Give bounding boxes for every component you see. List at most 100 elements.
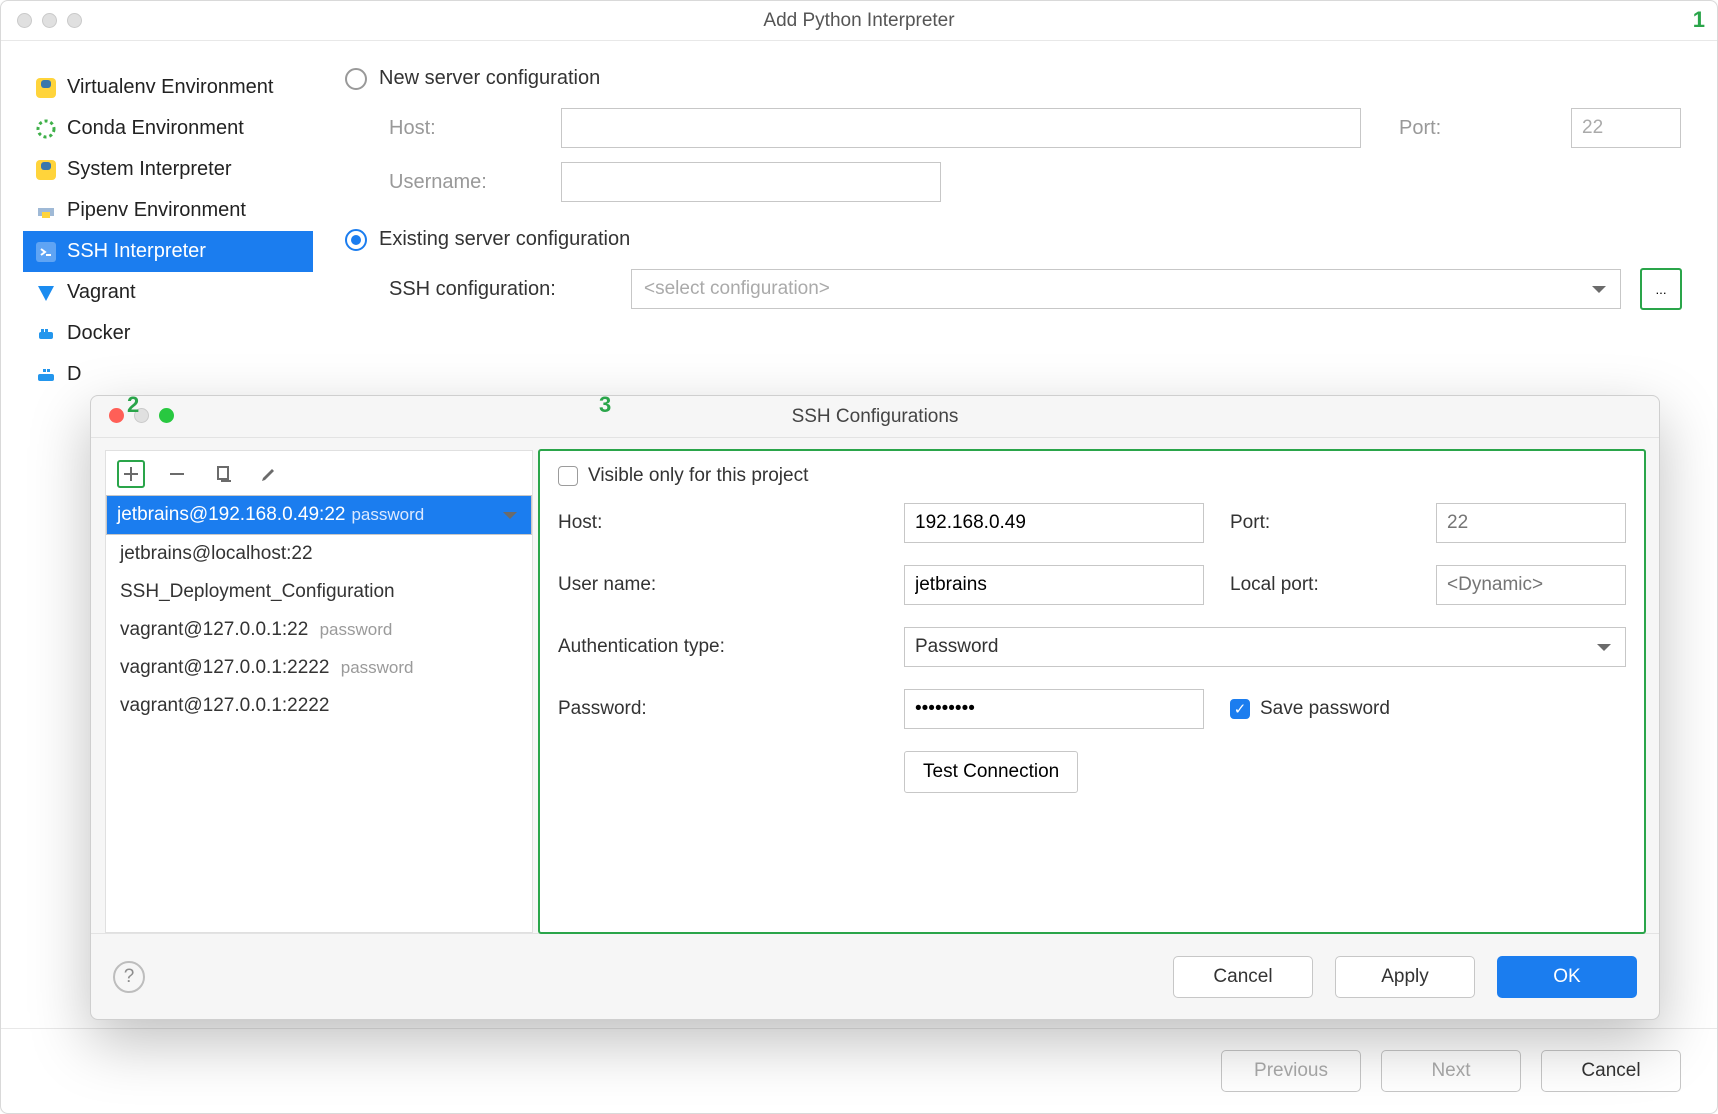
config-item-label: jetbrains@localhost:22 xyxy=(120,543,313,564)
zoom-icon[interactable] xyxy=(159,408,174,423)
username-label: Username: xyxy=(389,171,549,194)
host-row: Host: Port: xyxy=(389,108,1681,148)
auth-type-value: Password xyxy=(915,636,998,658)
minimize-icon[interactable] xyxy=(42,13,57,28)
callout-3: 3 xyxy=(599,392,611,418)
ssh-icon xyxy=(35,241,57,263)
sidebar-item-label: System Interpreter xyxy=(67,158,232,181)
host-label: Host: xyxy=(558,512,878,534)
dropdown-placeholder: <select configuration> xyxy=(644,278,830,300)
ssh-config-label: SSH configuration: xyxy=(389,278,619,301)
sidebar-item-label: D xyxy=(67,363,81,386)
username-input xyxy=(561,162,941,202)
config-item-label: vagrant@127.0.0.1:22 xyxy=(120,619,308,640)
pipenv-icon xyxy=(35,200,57,222)
docker-compose-icon xyxy=(35,364,57,386)
sidebar-item-virtualenv[interactable]: Virtualenv Environment xyxy=(23,67,313,108)
conda-icon xyxy=(35,118,57,140)
minus-icon xyxy=(167,464,187,484)
user-input[interactable] xyxy=(904,565,1204,605)
password-input[interactable] xyxy=(904,689,1204,729)
config-item-hint: password xyxy=(351,505,424,525)
python-icon xyxy=(35,77,57,99)
close-icon[interactable] xyxy=(17,13,32,28)
python-icon xyxy=(35,159,57,181)
sidebar-item-docker-compose[interactable]: D xyxy=(23,354,313,395)
radio-label: New server configuration xyxy=(379,67,600,90)
auth-label: Authentication type: xyxy=(558,636,878,658)
config-list-item[interactable]: vagrant@127.0.0.1:22 password xyxy=(106,611,532,649)
cancel-button[interactable]: Cancel xyxy=(1173,956,1313,998)
save-password-row[interactable]: Save password xyxy=(1230,698,1626,720)
close-icon[interactable] xyxy=(109,408,124,423)
host-input xyxy=(561,108,1361,148)
overlay-title: SSH Configurations xyxy=(91,406,1659,428)
remove-button[interactable] xyxy=(164,461,190,487)
radio-icon xyxy=(345,68,367,90)
callout-1: 1 xyxy=(1693,7,1705,33)
config-list-item[interactable]: vagrant@127.0.0.1:2222 xyxy=(106,687,532,725)
sidebar-item-conda[interactable]: Conda Environment xyxy=(23,108,313,149)
zoom-icon[interactable] xyxy=(67,13,82,28)
ssh-config-dropdown[interactable]: <select configuration> xyxy=(631,269,1621,309)
port-label: Port: xyxy=(1399,117,1559,140)
local-port-label: Local port: xyxy=(1230,574,1410,596)
config-list-toolbar xyxy=(106,451,532,495)
config-item-label: vagrant@127.0.0.1:2222 xyxy=(120,695,329,716)
sidebar-item-ssh[interactable]: SSH Interpreter xyxy=(23,231,313,272)
next-button[interactable]: Next xyxy=(1381,1050,1521,1092)
plus-icon xyxy=(121,464,141,484)
new-server-radio-row[interactable]: New server configuration xyxy=(345,67,1681,90)
config-item-label: SSH_Deployment_Configuration xyxy=(120,581,395,602)
sidebar-item-label: Conda Environment xyxy=(67,117,244,140)
help-button[interactable]: ? xyxy=(113,961,145,993)
ssh-configurations-dialog: SSH Configurations 2 3 xyxy=(90,395,1660,1020)
vagrant-icon xyxy=(35,282,57,304)
auth-type-dropdown[interactable]: Password xyxy=(904,627,1626,667)
sidebar-item-label: Pipenv Environment xyxy=(67,199,246,222)
config-item-hint: password xyxy=(320,620,393,639)
sidebar-item-system[interactable]: System Interpreter xyxy=(23,149,313,190)
test-connection-button[interactable]: Test Connection xyxy=(904,751,1078,793)
sidebar-item-vagrant[interactable]: Vagrant xyxy=(23,272,313,313)
overlay-footer: ? Cancel Apply OK xyxy=(91,933,1659,1019)
local-port-input[interactable] xyxy=(1436,565,1626,605)
dialog-title: Add Python Interpreter xyxy=(1,10,1717,32)
titlebar: Add Python Interpreter xyxy=(1,1,1717,41)
port-input[interactable] xyxy=(1436,503,1626,543)
ok-button[interactable]: OK xyxy=(1497,956,1637,998)
config-list-panel: jetbrains@192.168.0.49:22 password jetbr… xyxy=(105,450,533,933)
dialog-footer: Previous Next Cancel xyxy=(1,1028,1717,1113)
checkbox-icon xyxy=(1230,699,1250,719)
config-list-item[interactable]: jetbrains@localhost:22 xyxy=(106,535,532,573)
host-input[interactable] xyxy=(904,503,1204,543)
radio-icon xyxy=(345,229,367,251)
config-list: jetbrains@192.168.0.49:22 password jetbr… xyxy=(106,495,532,932)
cancel-button[interactable]: Cancel xyxy=(1541,1050,1681,1092)
copy-button[interactable] xyxy=(210,461,236,487)
existing-server-radio-row[interactable]: Existing server configuration xyxy=(345,228,1681,251)
config-list-item[interactable]: vagrant@127.0.0.1:2222 password xyxy=(106,649,532,687)
docker-icon xyxy=(35,323,57,345)
visible-only-row[interactable]: Visible only for this project xyxy=(558,465,1626,487)
username-row: Username: xyxy=(389,162,1681,202)
apply-button[interactable]: Apply xyxy=(1335,956,1475,998)
sidebar-item-label: Vagrant xyxy=(67,281,136,304)
config-list-item[interactable]: SSH_Deployment_Configuration xyxy=(106,573,532,611)
edit-button[interactable] xyxy=(256,461,282,487)
previous-button[interactable]: Previous xyxy=(1221,1050,1361,1092)
config-detail-panel: Visible only for this project Host: Port… xyxy=(539,450,1645,933)
visible-only-label: Visible only for this project xyxy=(588,465,808,487)
save-password-label: Save password xyxy=(1260,698,1390,720)
add-button[interactable] xyxy=(118,461,144,487)
sidebar-item-label: SSH Interpreter xyxy=(67,240,206,263)
ssh-config-browse-button[interactable]: ... xyxy=(1641,269,1681,309)
host-label: Host: xyxy=(389,117,549,140)
sidebar-item-pipenv[interactable]: Pipenv Environment xyxy=(23,190,313,231)
sidebar-item-docker[interactable]: Docker xyxy=(23,313,313,354)
config-list-item[interactable]: jetbrains@192.168.0.49:22 password xyxy=(106,495,532,535)
pencil-icon xyxy=(259,464,279,484)
port-label: Port: xyxy=(1230,512,1410,534)
overlay-body: 2 3 jetbrains@192.168.0.49:22 xyxy=(91,438,1659,933)
password-label: Password: xyxy=(558,698,878,720)
